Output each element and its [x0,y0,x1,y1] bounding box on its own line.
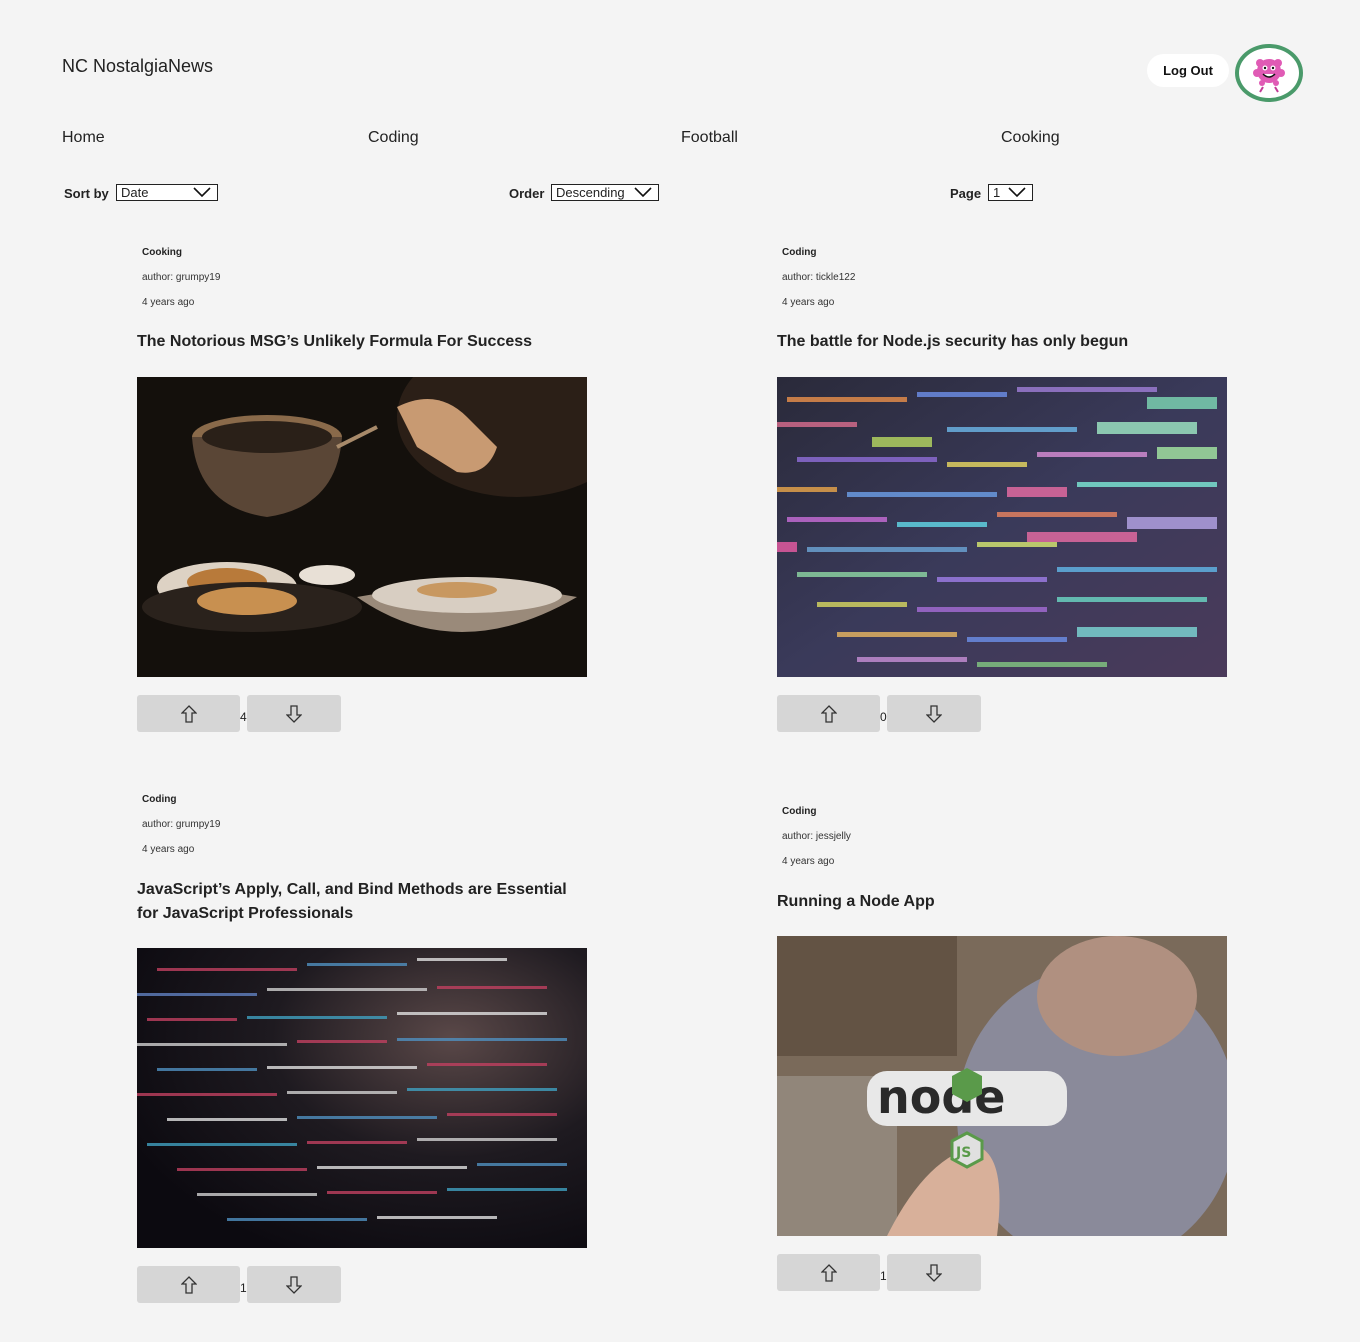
chevron-down-icon [1008,187,1026,198]
arrow-down-icon [926,704,942,723]
nav-topic-football[interactable]: Football [681,129,738,147]
nav-topic-cooking[interactable]: Cooking [1001,129,1060,147]
vote-count: 4 [240,710,247,724]
upvote-button[interactable] [777,1254,880,1291]
article-title[interactable]: The Notorious MSG’s Unlikely Formula For… [137,330,587,354]
downvote-button[interactable] [887,1254,981,1291]
cooking-photo [137,377,587,677]
article-author: author: grumpy19 [142,819,221,830]
article-topic: Coding [782,806,817,817]
article-image[interactable]: node JS [777,936,1227,1236]
arrow-down-icon [286,704,302,723]
user-avatar[interactable] [1235,44,1303,102]
sort-by-label: Sort by [64,186,109,201]
article-image[interactable] [777,377,1227,677]
upvote-button[interactable] [137,695,240,732]
nav-topic-coding[interactable]: Coding [368,129,419,147]
arrow-up-icon [180,1275,197,1294]
article-card[interactable]: Cooking author: grumpy19 4 years ago The… [137,240,587,740]
article-image[interactable] [137,948,587,1248]
article-title[interactable]: Running a Node App [777,890,1227,914]
upvote-button[interactable] [777,695,880,732]
article-image[interactable] [137,377,587,677]
code-screen-photo [777,377,1227,677]
page-select[interactable]: 1 [988,184,1033,201]
article-age: 4 years ago [142,844,195,855]
pink-monster-avatar-icon [1253,59,1285,93]
site-title[interactable]: NC NostalgiaNews [62,56,213,77]
svg-text:node: node [877,1070,1005,1124]
arrow-up-icon [820,1263,837,1282]
article-age: 4 years ago [142,297,195,308]
arrow-up-icon [180,704,197,723]
article-topic: Coding [142,794,177,805]
nav-topic-home[interactable]: Home [62,129,105,147]
arrow-up-icon [820,704,837,723]
order-value: Descending [556,185,625,200]
article-topic: Coding [782,247,817,258]
article-title[interactable]: JavaScript’s Apply, Call, and Bind Metho… [137,878,587,926]
page-label: Page [950,186,982,201]
dark-code-photo [137,948,587,1248]
order-select[interactable]: Descending [551,184,659,201]
article-title[interactable]: The battle for Node.js security has only… [777,330,1227,354]
page-value: 1 [993,185,1001,200]
article-card[interactable]: Coding author: jessjelly 4 years ago Run… [777,799,1227,1299]
nodejs-sticker-photo: node JS [777,936,1227,1236]
sort-by-select[interactable]: Date [116,184,218,201]
sort-by-value: Date [121,185,149,200]
upvote-button[interactable] [137,1266,240,1303]
article-age: 4 years ago [782,856,835,867]
article-age: 4 years ago [782,297,835,308]
article-author: author: grumpy19 [142,272,221,283]
vote-count: 1 [240,1281,247,1295]
arrow-down-icon [926,1263,942,1282]
vote-count: 1 [880,1269,887,1283]
svg-text:JS: JS [955,1145,971,1161]
chevron-down-icon [193,187,211,198]
article-author: author: jessjelly [782,831,851,842]
article-card[interactable]: Coding author: grumpy19 4 years ago Java… [137,787,587,1307]
vote-count: 0 [880,710,887,724]
arrow-down-icon [286,1275,302,1294]
logout-button[interactable]: Log Out [1147,54,1229,87]
article-card[interactable]: Coding author: tickle122 4 years ago The… [777,240,1227,740]
downvote-button[interactable] [247,1266,341,1303]
downvote-button[interactable] [247,695,341,732]
article-topic: Cooking [142,247,182,258]
article-author: author: tickle122 [782,272,856,283]
chevron-down-icon [634,187,652,198]
order-label: Order [509,186,545,201]
downvote-button[interactable] [887,695,981,732]
